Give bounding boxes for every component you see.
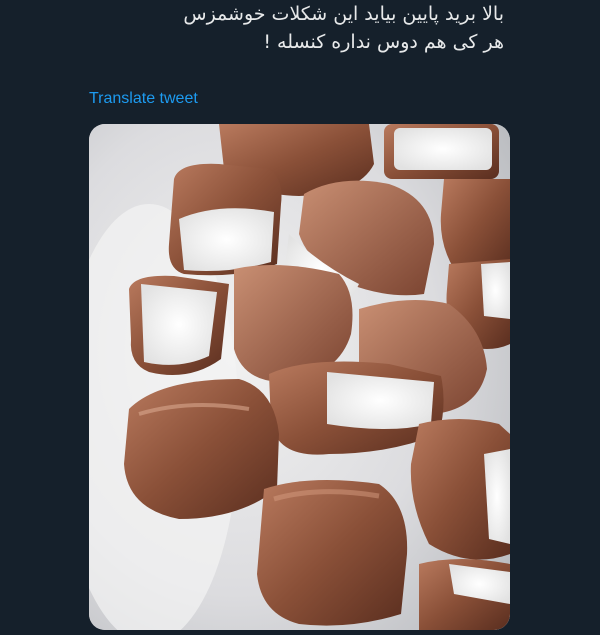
translate-tweet-link[interactable]: Translate tweet — [89, 90, 198, 108]
chocolate-photo-illustration — [89, 124, 510, 630]
tweet-text-line-2: هر کی هم دوس نداره کنسله ! — [263, 31, 504, 53]
tweet-text-line-1: بالا برید پایین بیاید این شکلات خوشمزس — [183, 3, 504, 25]
tweet-text: بالا برید پایین بیاید این شکلات خوشمزس ه… — [84, 0, 504, 56]
tweet-media-photo[interactable] — [89, 124, 510, 630]
